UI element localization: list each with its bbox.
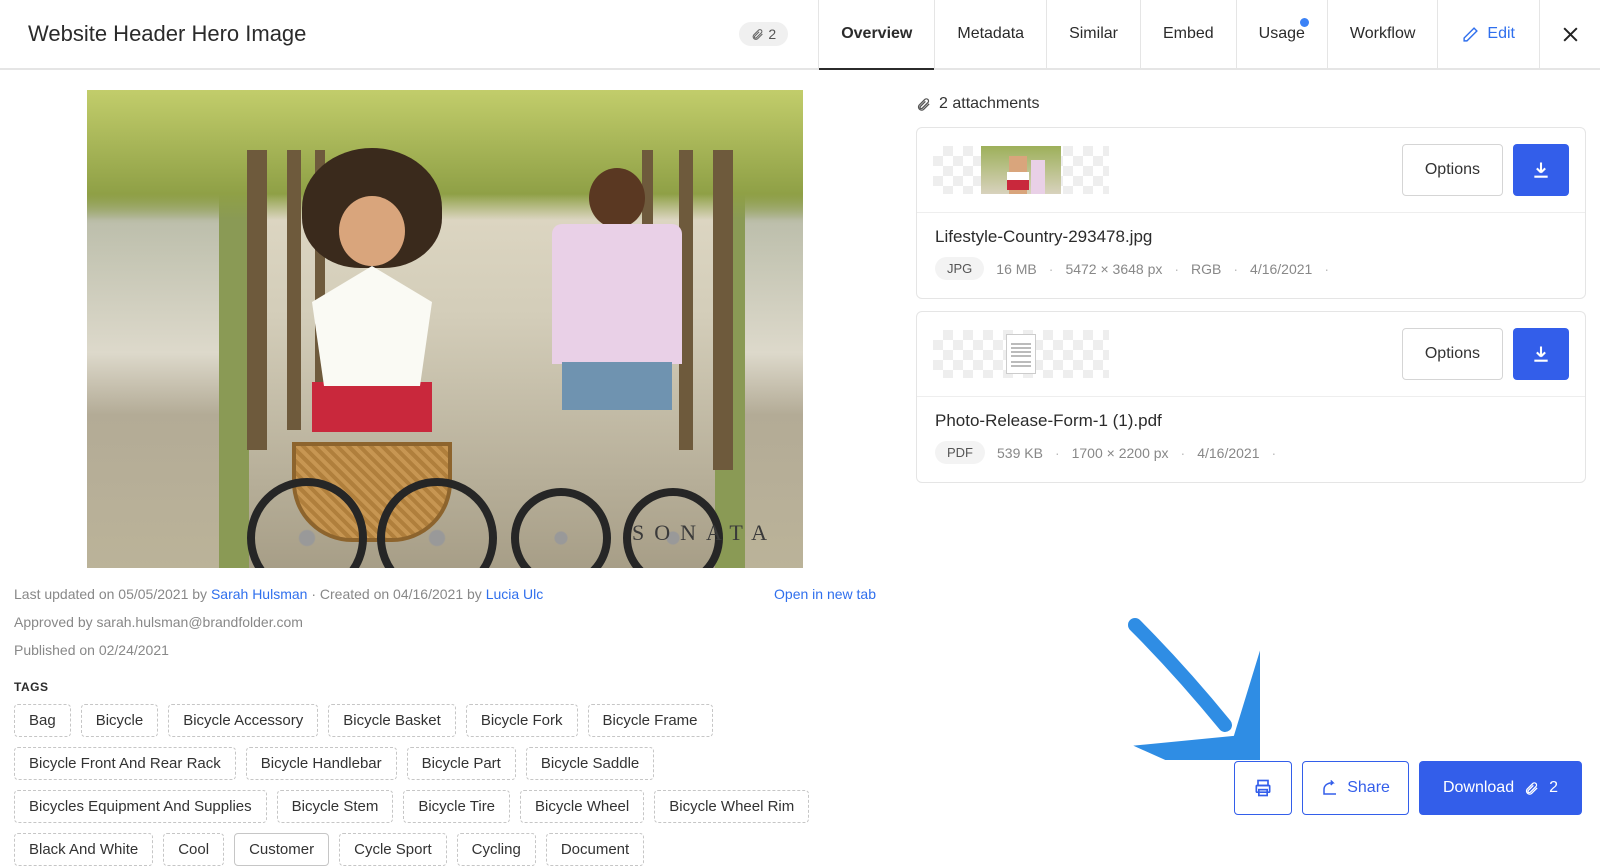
meta-approved: Approved by sarah.hulsman@brandfolder.co… [14, 614, 876, 630]
page-header: Website Header Hero Image 2 Overview Met… [0, 0, 1600, 70]
meta-published: Published on 02/24/2021 [14, 642, 876, 658]
tag[interactable]: Bicycle Part [407, 747, 516, 780]
tab-usage[interactable]: Usage [1236, 0, 1327, 68]
tag[interactable]: Bicycle Tire [403, 790, 510, 823]
download-icon [1531, 344, 1551, 364]
tag[interactable]: Bicycle [81, 704, 159, 737]
tag[interactable]: Bag [14, 704, 71, 737]
tab-metadata[interactable]: Metadata [934, 0, 1046, 68]
attachment-count: 2 [768, 26, 776, 42]
pencil-icon [1462, 26, 1479, 43]
tag[interactable]: Bicycle Wheel [520, 790, 644, 823]
tag[interactable]: Bicycle Accessory [168, 704, 318, 737]
paperclip-icon [751, 28, 764, 41]
edit-button[interactable]: Edit [1437, 0, 1540, 68]
tag[interactable]: Bicycle Frame [588, 704, 713, 737]
share-button[interactable]: Share [1302, 761, 1409, 815]
printer-icon [1253, 778, 1273, 798]
tab-workflow[interactable]: Workflow [1327, 0, 1438, 68]
tag[interactable]: Bicycle Basket [328, 704, 456, 737]
filetype-badge: PDF [935, 441, 985, 464]
attachment-options-button[interactable]: Options [1402, 144, 1503, 196]
tags-list: Bag Bicycle Bicycle Accessory Bicycle Ba… [14, 704, 876, 866]
download-icon [1531, 160, 1551, 180]
attachment-meta: JPG 16 MB· 5472 × 3648 px· RGB· 4/16/202… [935, 257, 1567, 280]
tabs: Overview Metadata Similar Embed Usage Wo… [818, 0, 1437, 68]
tab-overview[interactable]: Overview [818, 0, 934, 68]
hero-image[interactable]: SONATA [87, 90, 803, 568]
filetype-badge: JPG [935, 257, 984, 280]
share-icon [1321, 779, 1339, 797]
tag[interactable]: Black And White [14, 833, 153, 866]
open-in-new-tab-link[interactable]: Open in new tab [774, 586, 876, 602]
notification-dot [1300, 18, 1309, 27]
tag[interactable]: Cool [163, 833, 224, 866]
tags-heading: TAGS [14, 680, 876, 694]
updated-by-user-link[interactable]: Sarah Hulsman [211, 586, 308, 602]
tag[interactable]: Bicycle Stem [277, 790, 394, 823]
hero-person-woman [257, 148, 487, 568]
attachment-card: Options Photo-Release-Form-1 (1).pdf PDF… [916, 311, 1586, 483]
meta-updated-created: Last updated on 05/05/2021 by Sarah Huls… [14, 586, 543, 602]
footer-actions: Share Download 2 [1234, 761, 1582, 815]
hero-person-man [517, 168, 717, 568]
close-button[interactable] [1540, 0, 1600, 68]
attachment-meta: PDF 539 KB· 1700 × 2200 px· 4/16/2021· [935, 441, 1567, 464]
page-title: Website Header Hero Image [28, 21, 306, 47]
print-button[interactable] [1234, 761, 1292, 815]
attachment-filename: Photo-Release-Form-1 (1).pdf [935, 411, 1567, 431]
attachment-count-pill[interactable]: 2 [739, 22, 788, 46]
tag[interactable]: Cycling [457, 833, 536, 866]
attachment-download-button[interactable] [1513, 328, 1569, 380]
tag[interactable]: Document [546, 833, 644, 866]
attachment-download-button[interactable] [1513, 144, 1569, 196]
close-icon [1561, 25, 1580, 44]
tag[interactable]: Cycle Sport [339, 833, 447, 866]
paperclip-icon [1524, 781, 1539, 796]
tag[interactable]: Bicycle Wheel Rim [654, 790, 809, 823]
tag[interactable]: Bicycle Front And Rear Rack [14, 747, 236, 780]
attachment-card: Options Lifestyle-Country-293478.jpg JPG… [916, 127, 1586, 299]
attachment-filename: Lifestyle-Country-293478.jpg [935, 227, 1567, 247]
attachment-options-button[interactable]: Options [1402, 328, 1503, 380]
attachment-thumbnail[interactable] [933, 330, 1109, 378]
watermark-text: SONATA [632, 520, 777, 546]
tag[interactable]: Bicycle Fork [466, 704, 578, 737]
tag[interactable]: Bicycle Handlebar [246, 747, 397, 780]
tag[interactable]: Bicycles Equipment And Supplies [14, 790, 267, 823]
tag[interactable]: Customer [234, 833, 329, 866]
tab-similar[interactable]: Similar [1046, 0, 1140, 68]
attachment-thumbnail[interactable] [933, 146, 1109, 194]
attachments-header: 2 attachments [916, 95, 1586, 113]
download-button[interactable]: Download 2 [1419, 761, 1582, 815]
created-by-user-link[interactable]: Lucia Ulc [486, 586, 544, 602]
tab-embed[interactable]: Embed [1140, 0, 1236, 68]
tag[interactable]: Bicycle Saddle [526, 747, 654, 780]
paperclip-icon [916, 97, 931, 112]
